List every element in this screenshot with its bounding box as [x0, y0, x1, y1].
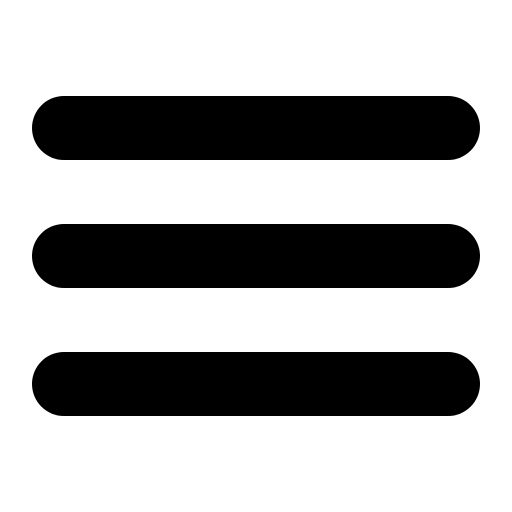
hamburger-menu-icon[interactable]	[0, 0, 512, 512]
menu-bar-bottom	[32, 352, 480, 416]
menu-bar-middle	[32, 224, 480, 288]
menu-bar-top	[32, 96, 480, 160]
icon-canvas	[0, 0, 512, 512]
